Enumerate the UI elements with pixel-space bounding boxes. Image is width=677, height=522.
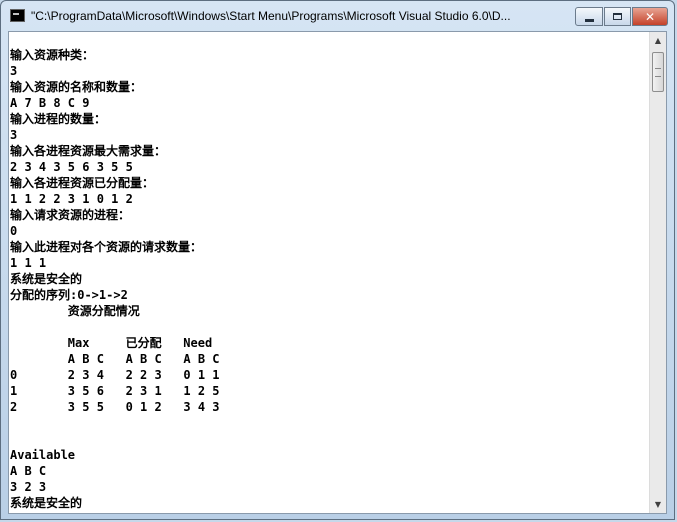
console-line: 2 3 5 5 0 1 2 3 4 3	[10, 400, 220, 414]
console-line: 0	[10, 224, 18, 238]
console-line: A 7 B 8 C 9	[10, 96, 90, 110]
console-client-area[interactable]: 输入资源种类： 3 输入资源的名称和数量： A 7 B 8 C 9 输入进程的数量： 3 输…	[8, 31, 667, 514]
console-line: 3	[10, 128, 18, 142]
console-line: 系统是安全的	[10, 496, 83, 510]
console-line: 资源分配情况	[10, 304, 140, 318]
scrollbar-thumb[interactable]	[652, 52, 664, 92]
console-line: 0 2 3 4 2 2 3 0 1 1	[10, 368, 220, 382]
console-line: 输入此进程对各个资源的请求数量：	[10, 240, 203, 254]
maximize-icon	[613, 13, 622, 20]
console-line: 1 1 1	[10, 256, 47, 270]
console-line: 输入请求资源的进程：	[10, 208, 131, 222]
close-icon: ✕	[644, 9, 656, 24]
close-button[interactable]: ✕	[632, 7, 668, 26]
minimize-icon	[584, 18, 594, 22]
scroll-down-arrow-icon[interactable]: ▼	[650, 496, 666, 513]
console-line: 输入各进程资源最大需求量：	[10, 144, 167, 158]
console-line: A B C A B C A B C	[10, 352, 220, 366]
maximize-button[interactable]	[604, 7, 631, 26]
console-line: 1 3 5 6 2 3 1 1 2 5	[10, 384, 220, 398]
console-line: A B C	[10, 464, 47, 478]
console-output[interactable]: 输入资源种类： 3 输入资源的名称和数量： A 7 B 8 C 9 输入进程的数量： 3 输…	[10, 33, 649, 512]
console-window: "C:\ProgramData\Microsoft\Windows\Start …	[0, 0, 675, 520]
title-bar[interactable]: "C:\ProgramData\Microsoft\Windows\Start …	[1, 1, 674, 31]
scroll-up-arrow-icon[interactable]: ▲	[650, 32, 666, 49]
vertical-scrollbar[interactable]: ▲ ▼	[649, 32, 666, 513]
console-app-icon[interactable]	[10, 9, 25, 22]
console-line: 输入各进程资源已分配量：	[10, 176, 155, 190]
console-line: Available	[10, 448, 76, 462]
console-line: 3 2 3	[10, 480, 47, 494]
console-line: 3	[10, 64, 18, 78]
console-line: 分配的序列:0->1->2	[10, 288, 128, 302]
console-line: 2 3 4 3 5 6 3 5 5	[10, 160, 133, 174]
window-title: "C:\ProgramData\Microsoft\Windows\Start …	[31, 9, 511, 23]
console-line: 1 1 2 2 3 1 0 1 2	[10, 192, 133, 206]
minimize-button[interactable]	[575, 7, 603, 26]
console-line: 系统是安全的	[10, 272, 83, 286]
console-line: 输入资源的名称和数量：	[10, 80, 143, 94]
console-line: 输入资源种类：	[10, 48, 95, 62]
console-line: 分配的序列:0->1->2	[10, 511, 649, 512]
console-line: Max 已分配 Need	[10, 336, 213, 350]
console-line: 输入进程的数量：	[10, 112, 107, 126]
